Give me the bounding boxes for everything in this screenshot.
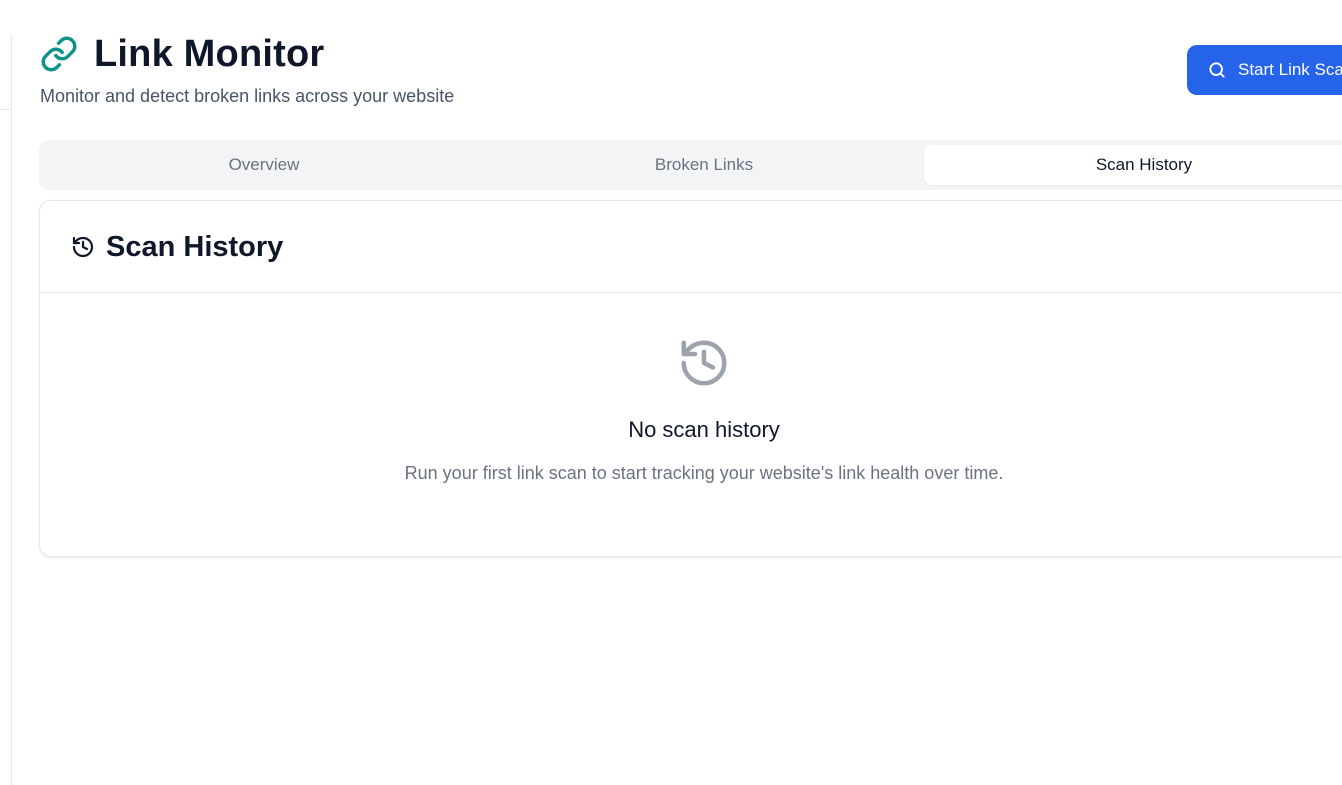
page: Link Monitor Monitor and detect broken l… [0,0,1342,785]
tab-bar: Overview Broken Links Scan History [39,140,1342,190]
search-icon [1209,62,1225,78]
empty-state-description: Run your first link scan to start tracki… [404,463,1004,483]
tab-scan-history[interactable]: Scan History [924,145,1342,185]
page-title: Link Monitor [94,33,325,75]
history-icon [681,340,727,386]
empty-state: No scan history Run your first link scan… [40,293,1342,557]
card-title: Scan History [106,230,284,263]
sidebar-edge [0,36,12,785]
tab-overview[interactable]: Overview [44,145,484,185]
link-icon [40,35,78,73]
history-icon [72,236,94,257]
title-row: Link Monitor [40,32,454,76]
sidebar-divider [0,109,11,110]
start-link-scan-label: Start Link Scan [1238,60,1342,79]
tab-broken-links[interactable]: Broken Links [484,145,924,185]
empty-state-title: No scan history [628,417,780,442]
page-header: Link Monitor Monitor and detect broken l… [40,32,454,108]
page-subtitle: Monitor and detect broken links across y… [40,86,455,106]
scan-history-card: Scan History No scan history Run your fi… [39,200,1342,557]
empty-state-icon-wrap [677,336,731,390]
start-link-scan-button[interactable]: Start Link Scan [1187,45,1342,95]
card-header: Scan History [40,201,1342,293]
